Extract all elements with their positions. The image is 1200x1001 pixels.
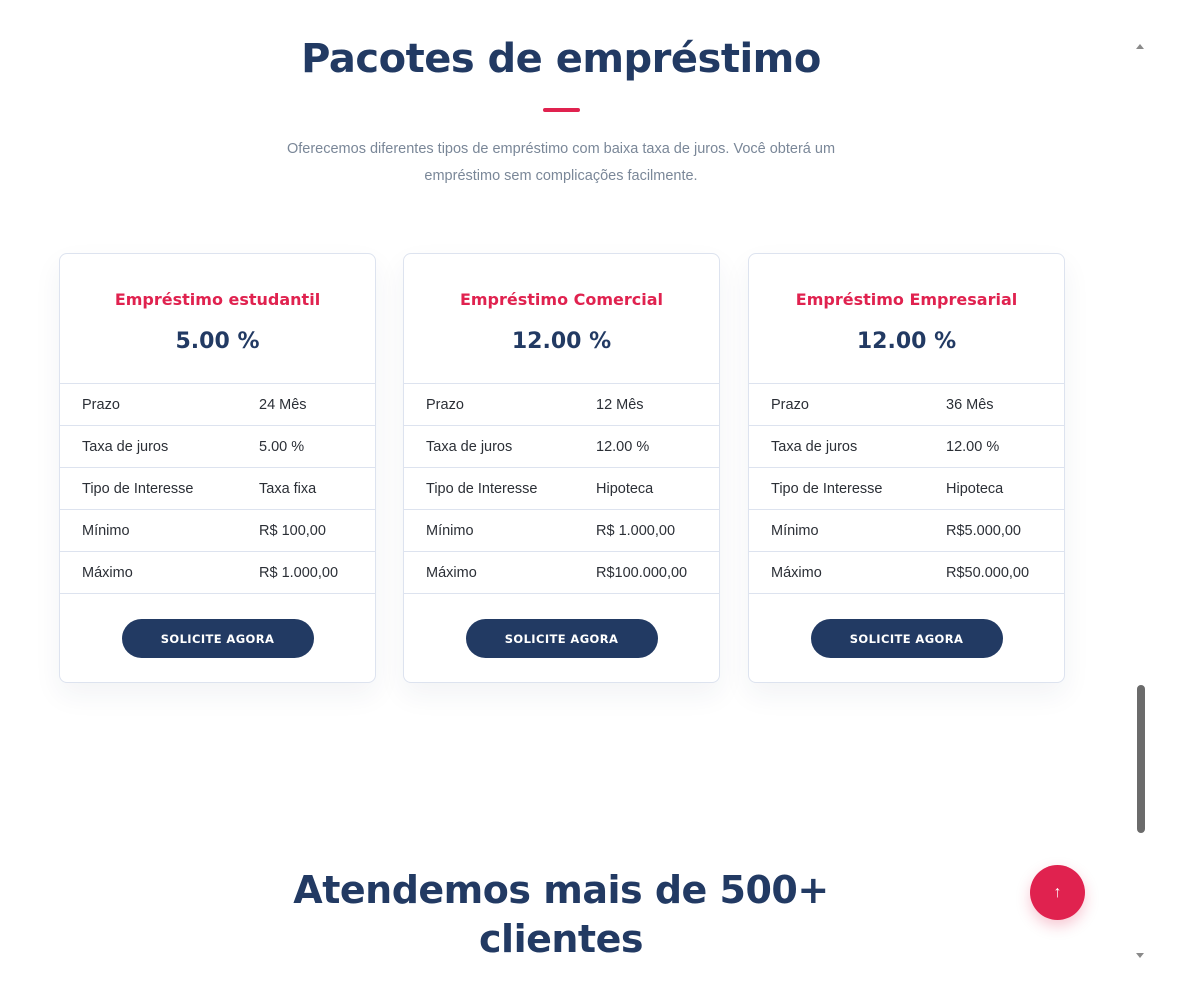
card-row-maximum: Máximo R$50.000,00 — [749, 551, 1064, 593]
row-value: Hipoteca — [946, 480, 1004, 497]
apply-now-button[interactable]: SOLICITE AGORA — [121, 619, 314, 658]
row-value: R$5.000,00 — [946, 522, 1021, 539]
clients-title-line-2: clientes — [479, 917, 643, 961]
section-title: Pacotes de empréstimo — [301, 36, 821, 82]
row-value: R$ 100,00 — [259, 522, 326, 539]
apply-now-button[interactable]: SOLICITE AGORA — [465, 619, 658, 658]
apply-now-button[interactable]: SOLICITE AGORA — [810, 619, 1003, 658]
card-row-interest-rate: Taxa de juros 12.00 % — [749, 425, 1064, 467]
page: Pacotes de empréstimo Oferecemos diferen… — [0, 0, 1200, 1001]
row-value: 12 Mês — [596, 396, 644, 413]
card-row-term: Prazo 12 Mês — [404, 383, 719, 425]
title-underline — [543, 108, 580, 112]
card-rate: 12.00 % — [511, 329, 612, 354]
loan-card-business: Empréstimo Empresarial 12.00 % Prazo 36 … — [748, 253, 1065, 683]
row-value: 12.00 % — [946, 438, 1000, 455]
card-row-interest-type: Tipo de Interesse Taxa fixa — [60, 467, 375, 509]
row-value: R$ 1.000,00 — [259, 564, 339, 581]
card-row-maximum: Máximo R$ 1.000,00 — [60, 551, 375, 593]
card-row-interest-rate: Taxa de juros 12.00 % — [404, 425, 719, 467]
card-name: Empréstimo Empresarial — [795, 290, 1018, 309]
card-row-interest-type: Tipo de Interesse Hipoteca — [749, 467, 1064, 509]
scrollbar[interactable] — [1133, 38, 1149, 964]
row-label: Prazo — [771, 396, 809, 413]
scrollbar-thumb[interactable] — [1137, 685, 1145, 833]
card-header: Empréstimo Empresarial 12.00 % — [749, 254, 1064, 383]
clients-section-title: Atendemos mais de 500+ clientes — [0, 866, 1122, 964]
row-label: Tipo de Interesse — [82, 480, 194, 497]
card-row-term: Prazo 24 Mês — [60, 383, 375, 425]
row-label: Taxa de juros — [82, 438, 169, 455]
loan-card-commercial: Empréstimo Comercial 12.00 % Prazo 12 Mê… — [403, 253, 720, 683]
clients-title-line-1: Atendemos mais de 500+ — [293, 868, 829, 912]
row-label: Prazo — [426, 396, 464, 413]
row-value: R$50.000,00 — [946, 564, 1030, 581]
card-row-minimum: Mínimo R$ 100,00 — [60, 509, 375, 551]
card-rate: 12.00 % — [856, 329, 957, 354]
card-rate: 5.00 % — [175, 329, 260, 354]
row-label: Máximo — [82, 564, 133, 581]
back-to-top-button[interactable]: ↑ — [1030, 865, 1085, 920]
card-header: Empréstimo estudantil 5.00 % — [60, 254, 375, 383]
row-label: Tipo de Interesse — [771, 480, 883, 497]
card-header: Empréstimo Comercial 12.00 % — [404, 254, 719, 383]
row-value: 36 Mês — [946, 396, 994, 413]
card-footer: SOLICITE AGORA — [60, 593, 375, 682]
card-row-interest-rate: Taxa de juros 5.00 % — [60, 425, 375, 467]
row-value: 12.00 % — [596, 438, 650, 455]
row-label: Mínimo — [771, 522, 819, 539]
row-label: Máximo — [771, 564, 822, 581]
card-name: Empréstimo estudantil — [114, 290, 321, 309]
row-value: Taxa fixa — [259, 480, 317, 497]
row-label: Taxa de juros — [771, 438, 858, 455]
loan-card-student: Empréstimo estudantil 5.00 % Prazo 24 Mê… — [59, 253, 376, 683]
scroll-down-arrow-icon[interactable] — [1136, 953, 1144, 958]
row-value: R$ 1.000,00 — [596, 522, 676, 539]
card-row-term: Prazo 36 Mês — [749, 383, 1064, 425]
row-value: R$100.000,00 — [596, 564, 688, 581]
row-label: Taxa de juros — [426, 438, 513, 455]
row-label: Prazo — [82, 396, 120, 413]
row-value: Hipoteca — [596, 480, 654, 497]
row-label: Tipo de Interesse — [426, 480, 538, 497]
row-label: Máximo — [426, 564, 477, 581]
card-footer: SOLICITE AGORA — [749, 593, 1064, 682]
card-footer: SOLICITE AGORA — [404, 593, 719, 682]
card-row-maximum: Máximo R$100.000,00 — [404, 551, 719, 593]
scroll-up-arrow-icon[interactable] — [1136, 44, 1144, 49]
card-row-minimum: Mínimo R$ 1.000,00 — [404, 509, 719, 551]
row-label: Mínimo — [82, 522, 130, 539]
row-value: 5.00 % — [259, 438, 305, 455]
arrow-up-icon: ↑ — [1053, 883, 1062, 901]
row-label: Mínimo — [426, 522, 474, 539]
row-value: 24 Mês — [259, 396, 307, 413]
card-name: Empréstimo Comercial — [459, 290, 664, 309]
section-description: Oferecemos diferentes tipos de empréstim… — [286, 141, 836, 184]
card-row-interest-type: Tipo de Interesse Hipoteca — [404, 467, 719, 509]
card-row-minimum: Mínimo R$5.000,00 — [749, 509, 1064, 551]
